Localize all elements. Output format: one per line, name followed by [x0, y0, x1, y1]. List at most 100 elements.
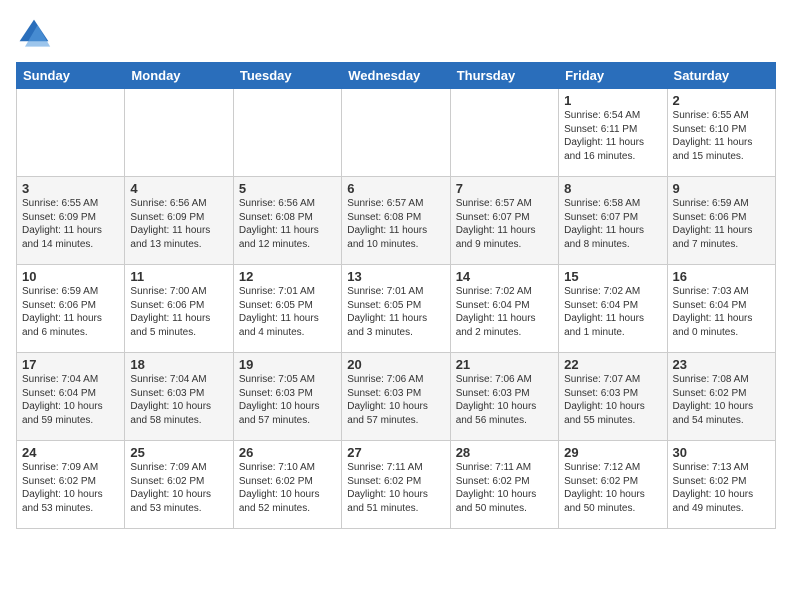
day-info: Sunrise: 7:08 AM Sunset: 6:02 PM Dayligh… — [673, 373, 770, 427]
day-cell: 28Sunrise: 7:11 AM Sunset: 6:02 PM Dayli… — [450, 441, 558, 529]
day-cell: 5Sunrise: 6:56 AM Sunset: 6:08 PM Daylig… — [233, 177, 341, 265]
day-cell — [450, 89, 558, 177]
day-cell: 13Sunrise: 7:01 AM Sunset: 6:05 PM Dayli… — [342, 265, 450, 353]
logo-area — [16, 16, 54, 52]
day-number: 2 — [673, 93, 770, 108]
day-info: Sunrise: 7:01 AM Sunset: 6:05 PM Dayligh… — [239, 285, 336, 339]
day-info: Sunrise: 7:04 AM Sunset: 6:03 PM Dayligh… — [130, 373, 227, 427]
week-row-5: 24Sunrise: 7:09 AM Sunset: 6:02 PM Dayli… — [17, 441, 776, 529]
week-row-2: 3Sunrise: 6:55 AM Sunset: 6:09 PM Daylig… — [17, 177, 776, 265]
day-cell: 19Sunrise: 7:05 AM Sunset: 6:03 PM Dayli… — [233, 353, 341, 441]
day-info: Sunrise: 7:00 AM Sunset: 6:06 PM Dayligh… — [130, 285, 227, 339]
day-cell — [125, 89, 233, 177]
day-number: 28 — [456, 445, 553, 460]
day-info: Sunrise: 6:55 AM Sunset: 6:09 PM Dayligh… — [22, 197, 119, 251]
day-number: 14 — [456, 269, 553, 284]
page: SundayMondayTuesdayWednesdayThursdayFrid… — [0, 0, 792, 537]
week-row-1: 1Sunrise: 6:54 AM Sunset: 6:11 PM Daylig… — [17, 89, 776, 177]
day-number: 9 — [673, 181, 770, 196]
day-cell: 7Sunrise: 6:57 AM Sunset: 6:07 PM Daylig… — [450, 177, 558, 265]
day-cell: 8Sunrise: 6:58 AM Sunset: 6:07 PM Daylig… — [559, 177, 667, 265]
day-cell: 23Sunrise: 7:08 AM Sunset: 6:02 PM Dayli… — [667, 353, 775, 441]
day-info: Sunrise: 6:59 AM Sunset: 6:06 PM Dayligh… — [22, 285, 119, 339]
day-number: 25 — [130, 445, 227, 460]
day-info: Sunrise: 7:06 AM Sunset: 6:03 PM Dayligh… — [347, 373, 444, 427]
day-info: Sunrise: 7:02 AM Sunset: 6:04 PM Dayligh… — [456, 285, 553, 339]
col-header-friday: Friday — [559, 63, 667, 89]
day-info: Sunrise: 7:11 AM Sunset: 6:02 PM Dayligh… — [456, 461, 553, 515]
day-info: Sunrise: 7:09 AM Sunset: 6:02 PM Dayligh… — [130, 461, 227, 515]
col-header-sunday: Sunday — [17, 63, 125, 89]
day-number: 1 — [564, 93, 661, 108]
day-cell — [342, 89, 450, 177]
logo-icon — [16, 16, 52, 52]
day-number: 19 — [239, 357, 336, 372]
calendar: SundayMondayTuesdayWednesdayThursdayFrid… — [16, 62, 776, 529]
day-cell: 15Sunrise: 7:02 AM Sunset: 6:04 PM Dayli… — [559, 265, 667, 353]
day-info: Sunrise: 6:55 AM Sunset: 6:10 PM Dayligh… — [673, 109, 770, 163]
day-cell: 30Sunrise: 7:13 AM Sunset: 6:02 PM Dayli… — [667, 441, 775, 529]
day-info: Sunrise: 6:58 AM Sunset: 6:07 PM Dayligh… — [564, 197, 661, 251]
day-info: Sunrise: 7:09 AM Sunset: 6:02 PM Dayligh… — [22, 461, 119, 515]
day-cell: 1Sunrise: 6:54 AM Sunset: 6:11 PM Daylig… — [559, 89, 667, 177]
day-cell: 18Sunrise: 7:04 AM Sunset: 6:03 PM Dayli… — [125, 353, 233, 441]
header — [16, 16, 776, 52]
day-info: Sunrise: 6:57 AM Sunset: 6:07 PM Dayligh… — [456, 197, 553, 251]
day-info: Sunrise: 7:10 AM Sunset: 6:02 PM Dayligh… — [239, 461, 336, 515]
day-cell: 3Sunrise: 6:55 AM Sunset: 6:09 PM Daylig… — [17, 177, 125, 265]
day-info: Sunrise: 7:06 AM Sunset: 6:03 PM Dayligh… — [456, 373, 553, 427]
day-cell: 24Sunrise: 7:09 AM Sunset: 6:02 PM Dayli… — [17, 441, 125, 529]
day-number: 23 — [673, 357, 770, 372]
day-number: 21 — [456, 357, 553, 372]
day-number: 12 — [239, 269, 336, 284]
day-cell — [17, 89, 125, 177]
day-number: 10 — [22, 269, 119, 284]
day-cell: 21Sunrise: 7:06 AM Sunset: 6:03 PM Dayli… — [450, 353, 558, 441]
day-cell: 11Sunrise: 7:00 AM Sunset: 6:06 PM Dayli… — [125, 265, 233, 353]
day-cell: 25Sunrise: 7:09 AM Sunset: 6:02 PM Dayli… — [125, 441, 233, 529]
day-info: Sunrise: 6:56 AM Sunset: 6:08 PM Dayligh… — [239, 197, 336, 251]
col-header-tuesday: Tuesday — [233, 63, 341, 89]
day-cell: 10Sunrise: 6:59 AM Sunset: 6:06 PM Dayli… — [17, 265, 125, 353]
header-row: SundayMondayTuesdayWednesdayThursdayFrid… — [17, 63, 776, 89]
day-number: 13 — [347, 269, 444, 284]
day-number: 29 — [564, 445, 661, 460]
day-cell: 22Sunrise: 7:07 AM Sunset: 6:03 PM Dayli… — [559, 353, 667, 441]
day-number: 26 — [239, 445, 336, 460]
day-info: Sunrise: 7:13 AM Sunset: 6:02 PM Dayligh… — [673, 461, 770, 515]
day-number: 30 — [673, 445, 770, 460]
day-number: 8 — [564, 181, 661, 196]
day-info: Sunrise: 6:54 AM Sunset: 6:11 PM Dayligh… — [564, 109, 661, 163]
day-info: Sunrise: 7:07 AM Sunset: 6:03 PM Dayligh… — [564, 373, 661, 427]
day-cell: 16Sunrise: 7:03 AM Sunset: 6:04 PM Dayli… — [667, 265, 775, 353]
day-number: 5 — [239, 181, 336, 196]
day-info: Sunrise: 6:57 AM Sunset: 6:08 PM Dayligh… — [347, 197, 444, 251]
col-header-monday: Monday — [125, 63, 233, 89]
day-number: 17 — [22, 357, 119, 372]
day-cell: 20Sunrise: 7:06 AM Sunset: 6:03 PM Dayli… — [342, 353, 450, 441]
week-row-3: 10Sunrise: 6:59 AM Sunset: 6:06 PM Dayli… — [17, 265, 776, 353]
day-cell: 4Sunrise: 6:56 AM Sunset: 6:09 PM Daylig… — [125, 177, 233, 265]
day-number: 6 — [347, 181, 444, 196]
day-info: Sunrise: 7:01 AM Sunset: 6:05 PM Dayligh… — [347, 285, 444, 339]
col-header-wednesday: Wednesday — [342, 63, 450, 89]
day-cell — [233, 89, 341, 177]
day-cell: 26Sunrise: 7:10 AM Sunset: 6:02 PM Dayli… — [233, 441, 341, 529]
day-number: 27 — [347, 445, 444, 460]
day-cell: 17Sunrise: 7:04 AM Sunset: 6:04 PM Dayli… — [17, 353, 125, 441]
col-header-thursday: Thursday — [450, 63, 558, 89]
day-number: 20 — [347, 357, 444, 372]
day-info: Sunrise: 7:03 AM Sunset: 6:04 PM Dayligh… — [673, 285, 770, 339]
day-info: Sunrise: 7:12 AM Sunset: 6:02 PM Dayligh… — [564, 461, 661, 515]
day-cell: 6Sunrise: 6:57 AM Sunset: 6:08 PM Daylig… — [342, 177, 450, 265]
day-info: Sunrise: 6:59 AM Sunset: 6:06 PM Dayligh… — [673, 197, 770, 251]
day-cell: 14Sunrise: 7:02 AM Sunset: 6:04 PM Dayli… — [450, 265, 558, 353]
day-number: 15 — [564, 269, 661, 284]
day-number: 11 — [130, 269, 227, 284]
day-info: Sunrise: 6:56 AM Sunset: 6:09 PM Dayligh… — [130, 197, 227, 251]
day-number: 22 — [564, 357, 661, 372]
day-info: Sunrise: 7:11 AM Sunset: 6:02 PM Dayligh… — [347, 461, 444, 515]
col-header-saturday: Saturday — [667, 63, 775, 89]
day-number: 7 — [456, 181, 553, 196]
day-info: Sunrise: 7:02 AM Sunset: 6:04 PM Dayligh… — [564, 285, 661, 339]
